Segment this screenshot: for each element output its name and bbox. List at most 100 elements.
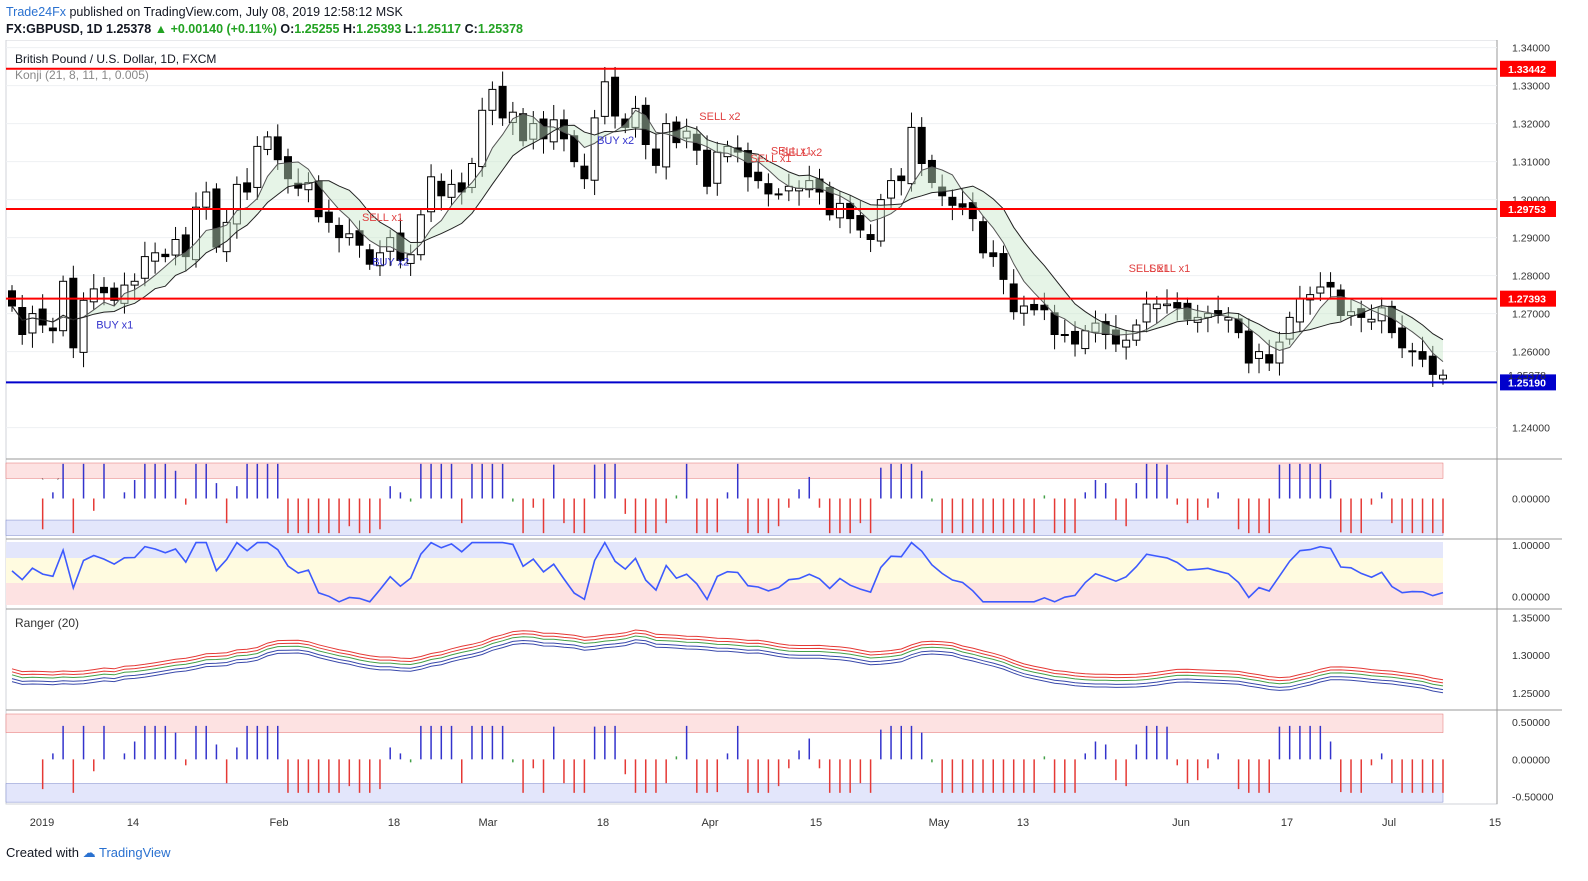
buy-signal-label: BUY x2 (597, 135, 634, 147)
symbol-ohlc-bar: FX:GBPUSD, 1D 1.25378 ▲ +0.00140 (+0.11%… (6, 22, 523, 36)
candle-body (161, 253, 170, 258)
candle-body (18, 307, 27, 335)
candle-body (151, 252, 160, 262)
candle-body (38, 308, 47, 326)
candle-body (866, 234, 875, 240)
y-tick-label: 1.26000 (1512, 347, 1550, 359)
high-value: 1.25393 (356, 22, 402, 36)
candle-body (999, 253, 1008, 280)
x-tick-label: May (929, 817, 950, 829)
candle-body (1163, 303, 1172, 307)
candle-body (243, 182, 252, 193)
candle-body (335, 224, 344, 239)
candle-body (1265, 354, 1274, 364)
pane-upper-band (5, 462, 1444, 479)
candle-body (1224, 316, 1233, 321)
candle-body (488, 88, 497, 111)
candle-body (324, 211, 333, 223)
candle-body (887, 180, 896, 199)
candle-body (89, 288, 98, 303)
footer: Created with ☁ TradingView (6, 845, 171, 861)
candle-body (273, 136, 282, 161)
candle-body (958, 203, 967, 208)
candle-body (202, 191, 211, 208)
x-tick-label: 17 (1281, 817, 1293, 829)
pane-y-tick-label: 1.30000 (1512, 650, 1550, 662)
candle-body (437, 180, 446, 197)
tdi-upper-band (6, 542, 1443, 558)
candle-body (59, 280, 68, 332)
candle-body (416, 214, 425, 256)
sell-signal-label: SELL x1 (362, 212, 403, 224)
candle-body (835, 202, 844, 219)
candle-body (713, 151, 722, 184)
pane-y-tick-label: 0.00000 (1512, 754, 1550, 766)
candle-body (611, 76, 620, 117)
candle-body (345, 233, 354, 239)
pane-lower-band (5, 519, 1444, 536)
last-price: 1.25378 (106, 22, 152, 36)
candle-body (651, 148, 660, 166)
x-tick-label: 13 (1017, 817, 1029, 829)
publisher-name[interactable]: Trade24Fx (6, 5, 66, 19)
level-label: 1.29753 (1508, 204, 1546, 216)
pane-y-tick-label: 1.25000 (1512, 688, 1550, 700)
candle-body (130, 280, 139, 286)
candle-body (662, 123, 671, 168)
pane-y-tick-label: 0.50000 (1512, 717, 1550, 729)
price-change: +0.00140 (+0.11%) (170, 22, 277, 36)
candle-body (79, 299, 88, 353)
candle-body (99, 286, 108, 294)
tradingview-link[interactable]: TradingView (99, 845, 171, 860)
pane-lower-band (5, 783, 1444, 803)
sell-signal-label: SELL x2 (699, 111, 740, 123)
candle-body (1081, 330, 1090, 350)
candle-body (498, 85, 507, 119)
pane-y-tick-label: 1.35000 (1512, 613, 1550, 625)
y-tick-label: 1.27000 (1512, 309, 1550, 321)
candle-body (1050, 312, 1059, 335)
candle-body (703, 149, 712, 187)
x-tick-label: 2019 (30, 817, 54, 829)
candle-body (1367, 318, 1376, 323)
publish-info: Trade24Fx published on TradingView.com, … (6, 5, 403, 19)
y-tick-label: 1.28000 (1512, 271, 1550, 283)
level-label: 1.27393 (1508, 294, 1546, 306)
x-tick-label: 15 (810, 817, 822, 829)
candle-body (907, 126, 916, 185)
candle-body (1152, 303, 1161, 310)
candle-body (1142, 303, 1151, 323)
publish-text: published on TradingView.com, July 08, 2… (69, 5, 403, 19)
candle-body (1316, 286, 1325, 294)
chart-area[interactable]: 1.34000 1.33000 1.32000 1.31000 1.30000 1.290… (0, 40, 1588, 840)
y-tick-label: 1.34000 (1512, 43, 1550, 55)
candle-body (1408, 350, 1417, 353)
candle-body (856, 215, 865, 231)
candle-body (1060, 334, 1069, 336)
candle-body (1173, 302, 1182, 309)
x-tick-label: Mar (479, 817, 498, 829)
y-tick-label: 1.33000 (1512, 81, 1550, 93)
candle-body (171, 239, 180, 256)
low-value: 1.25117 (416, 22, 462, 36)
last-price-label: 1.25378 (1508, 370, 1546, 382)
candle-body (1326, 281, 1335, 288)
candle-body (590, 117, 599, 181)
pane-upper-band (5, 713, 1444, 733)
candle-body (1428, 355, 1437, 375)
candle-body (917, 126, 926, 164)
sell-signal-label: SELL x2 (781, 147, 822, 159)
tdi-mid-band (6, 558, 1443, 583)
candle-body (580, 165, 589, 180)
candle-body (979, 221, 988, 254)
candle-body (897, 175, 906, 182)
created-with-text: Created with (6, 845, 79, 860)
x-tick-label: 15 (1489, 817, 1501, 829)
close-label: C: (464, 22, 478, 36)
high-label: H: (342, 22, 357, 36)
x-tick-label: 18 (388, 817, 400, 829)
candle-body (28, 313, 37, 334)
buy-signal-label: BUY x2 (372, 257, 409, 269)
x-tick-label: Feb (270, 817, 289, 829)
pane-title: Ranger (20) (15, 616, 79, 630)
